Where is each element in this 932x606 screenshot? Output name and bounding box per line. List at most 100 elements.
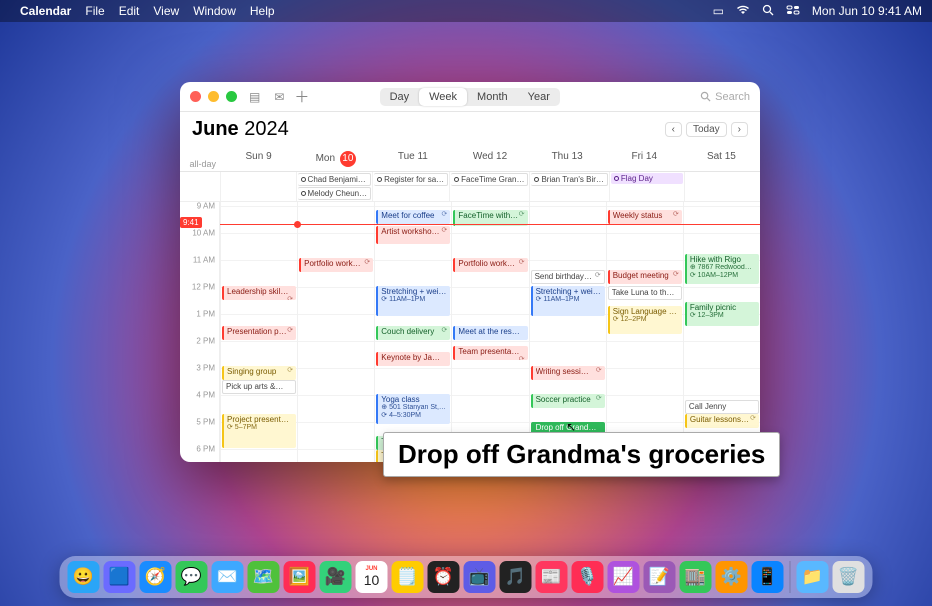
dock-right-0[interactable]: 📁	[797, 561, 829, 593]
menubar-clock[interactable]: Mon Jun 10 9:41 AM	[812, 4, 922, 18]
dock-app-5[interactable]: 🗺️	[248, 561, 280, 593]
calendar-event[interactable]: Pick up arts &…	[222, 380, 296, 394]
allday-event[interactable]: Melody Cheun…	[298, 187, 372, 200]
window-minimize-button[interactable]	[208, 91, 219, 102]
calendar-event[interactable]: Send birthday…⟳	[531, 270, 605, 284]
app-menu[interactable]: Calendar	[20, 4, 71, 18]
dock-app-10[interactable]: ⏰	[428, 561, 460, 593]
day-column-1[interactable]: Portfolio work…⟳	[297, 202, 374, 462]
calendars-toggle-icon[interactable]: ▤	[249, 90, 260, 104]
day-column-4[interactable]: Send birthday…⟳ Stretching + weights⟳ 11A…	[529, 202, 606, 462]
menubar: Calendar File Edit View Window Help ▭ Mo…	[0, 0, 932, 22]
calendar-event[interactable]: Team presenta…⟳	[453, 346, 527, 360]
day-column-5[interactable]: Weekly status⟳ Budget meeting⟳ Take Luna t…	[606, 202, 683, 462]
calendar-event[interactable]: Stretching + weights⟳ 11AM–1PM	[376, 286, 450, 316]
calendar-event[interactable]: Hike with Rigo⊕ 7867 Redwood…⟳ 10AM–12PM	[685, 254, 759, 284]
calendar-event[interactable]: Couch delivery⟳	[376, 326, 450, 340]
allday-event[interactable]: Register for sa…	[374, 173, 448, 186]
calendar-event[interactable]: Portfolio work…⟳	[453, 258, 527, 272]
calendar-event[interactable]: Yoga class⊕ 501 Stanyan St,…⟳ 4–5:30PM	[376, 394, 450, 424]
dock-app-9[interactable]: 🗒️	[392, 561, 424, 593]
battery-icon[interactable]: ▭	[713, 4, 724, 18]
allday-event[interactable]: Flag Day	[611, 173, 684, 184]
calendar-event[interactable]: Keynote by Ja…	[376, 352, 450, 366]
dock-right-1[interactable]: 🗑️	[833, 561, 865, 593]
day-column-0[interactable]: Leadership skil…⟳ Presentation p…⟳ Singing…	[220, 202, 297, 462]
calendar-event[interactable]: Meet at the res…	[453, 326, 527, 340]
month-year-label: June 2024	[192, 118, 289, 141]
inbox-icon[interactable]: ✉	[274, 90, 284, 104]
menu-file[interactable]: File	[85, 4, 104, 18]
dock-app-2[interactable]: 🧭	[140, 561, 172, 593]
allday-event[interactable]: Brian Tran's Bir…	[531, 173, 607, 186]
menu-help[interactable]: Help	[250, 4, 275, 18]
view-year[interactable]: Year	[518, 88, 560, 106]
spotlight-icon[interactable]	[762, 4, 774, 19]
dock-app-19[interactable]: 📱	[752, 561, 784, 593]
dock-app-3[interactable]: 💬	[176, 561, 208, 593]
calendar-event[interactable]: Soccer practice⟳	[531, 394, 605, 408]
dock-app-6[interactable]: 🖼️	[284, 561, 316, 593]
calendar-event[interactable]: Stretching + weights⟳ 11AM–1PM	[531, 286, 605, 316]
view-day[interactable]: Day	[380, 88, 420, 106]
wifi-icon[interactable]	[736, 4, 750, 18]
view-week[interactable]: Week	[419, 88, 467, 106]
calendar-event[interactable]: Weekly status⟳	[608, 210, 682, 224]
dock-app-7[interactable]: 🎥	[320, 561, 352, 593]
calendar-event[interactable]: Writing sessi…⟳	[531, 366, 605, 380]
control-center-icon[interactable]	[786, 4, 800, 18]
calendar-event[interactable]: Budget meeting⟳	[608, 270, 682, 284]
dock-app-15[interactable]: 📈	[608, 561, 640, 593]
window-close-button[interactable]	[190, 91, 201, 102]
allday-cell-4: Brian Tran's Bir…	[529, 172, 608, 201]
allday-event[interactable]: FaceTime Gran…	[451, 173, 528, 186]
calendar-event[interactable]: Call Jenny	[685, 400, 759, 414]
dock-app-8[interactable]: JUN10	[356, 561, 388, 593]
calendar-event[interactable]: Guitar lessons…⟳	[685, 414, 759, 428]
day-column-2[interactable]: Meet for coffee⟳ Artist worksho…⟳ Stretchi…	[374, 202, 451, 462]
calendar-event[interactable]: Project presentations⟳ 5–7PM	[222, 414, 296, 448]
prev-week-button[interactable]: ‹	[665, 122, 682, 137]
add-event-button[interactable]: ＋	[294, 86, 309, 107]
dock-app-17[interactable]: 🏬	[680, 561, 712, 593]
allday-cell-6	[684, 172, 760, 201]
today-button[interactable]: Today	[686, 122, 727, 137]
day-header-2[interactable]: Tue 11	[374, 147, 451, 171]
dock-app-0[interactable]: 😀	[68, 561, 100, 593]
day-header-5[interactable]: Fri 14	[606, 147, 683, 171]
next-week-button[interactable]: ›	[731, 122, 748, 137]
dock-app-12[interactable]: 🎵	[500, 561, 532, 593]
calendar-event[interactable]: Portfolio work…⟳	[299, 258, 373, 272]
dock-app-11[interactable]: 📺	[464, 561, 496, 593]
search-field[interactable]: Search	[700, 91, 750, 103]
calendar-event[interactable]: Presentation p…⟳	[222, 326, 296, 340]
menu-edit[interactable]: Edit	[119, 4, 140, 18]
calendar-event[interactable]: Singing group⟳	[222, 366, 296, 380]
day-header-3[interactable]: Wed 12	[451, 147, 528, 171]
window-zoom-button[interactable]	[226, 91, 237, 102]
allday-cell-5: Flag Day	[609, 172, 685, 201]
calendar-event[interactable]: Artist worksho…⟳	[376, 226, 450, 244]
calendar-event[interactable]: Leadership skil…⟳	[222, 286, 296, 300]
menu-window[interactable]: Window	[193, 4, 236, 18]
dock-app-4[interactable]: ✉️	[212, 561, 244, 593]
dock-app-18[interactable]: ⚙️	[716, 561, 748, 593]
dock-app-13[interactable]: 📰	[536, 561, 568, 593]
day-header-1[interactable]: Mon 10	[297, 147, 374, 171]
dock-app-16[interactable]: 📝	[644, 561, 676, 593]
calendar-event[interactable]: Take Luna to th…	[608, 286, 682, 300]
day-header-0[interactable]: Sun 9	[220, 147, 297, 171]
calendar-event[interactable]: Meet for coffee⟳	[376, 210, 450, 224]
menu-view[interactable]: View	[153, 4, 179, 18]
day-header-4[interactable]: Thu 13	[529, 147, 606, 171]
calendar-event[interactable]: Sign Language Club⟳ 12–2PM	[608, 306, 682, 334]
day-column-6[interactable]: Hike with Rigo⊕ 7867 Redwood…⟳ 10AM–12PM…	[683, 202, 760, 462]
allday-event[interactable]: Chad Benjami…	[298, 173, 372, 186]
dock-app-1[interactable]: 🟦	[104, 561, 136, 593]
view-month[interactable]: Month	[467, 88, 518, 106]
week-grid[interactable]: 9 AM10 AM11 AM12 PM1 PM2 PM3 PM4 PM5 PM6…	[180, 202, 760, 462]
day-column-3[interactable]: FaceTime with…⟳Portfolio work…⟳Meet at t…	[451, 202, 528, 462]
calendar-event[interactable]: Family picnic⟳ 12–3PM	[685, 302, 759, 326]
dock-app-14[interactable]: 🎙️	[572, 561, 604, 593]
day-header-6[interactable]: Sat 15	[683, 147, 760, 171]
